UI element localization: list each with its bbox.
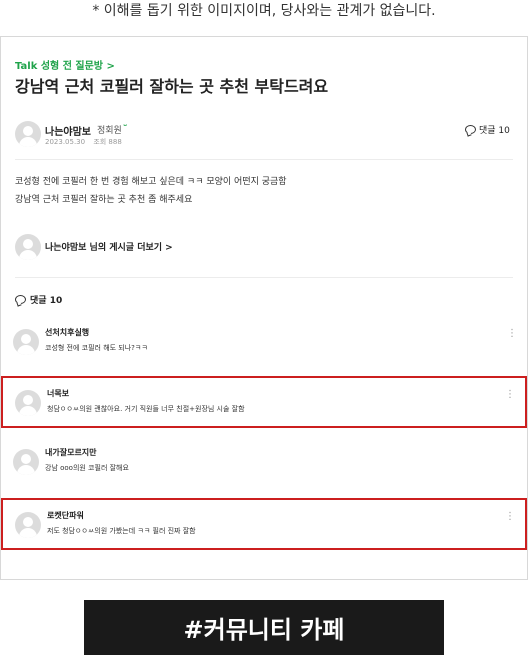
comment-author[interactable]: 너목보 bbox=[47, 388, 69, 399]
more-posts-link[interactable]: 나는야맘보 님의 게시글 더보기 > bbox=[45, 240, 173, 253]
commenter-avatar[interactable] bbox=[15, 512, 41, 538]
comments-header-label: 댓글 10 bbox=[30, 296, 63, 306]
comment-bubble-icon bbox=[465, 125, 476, 134]
comment-author[interactable]: 내가잘모르지만 bbox=[45, 447, 97, 458]
post-body-line: 강남역 근처 코필러 잘하는 곳 추천 좀 해주세요 bbox=[15, 195, 193, 205]
disclaimer-text: * 이해를 돕기 위한 이미지이며, 당사와는 관계가 없습니다. bbox=[92, 3, 436, 19]
comment-item-highlighted: 로켓단파워 저도 청담ㅇㅇㅆ의원 가봤는데 ㅋㅋ 필러 진짜 잘함 ⋮ bbox=[1, 498, 527, 550]
comment-text: 강남 ooo의원 코필러 잘해요 bbox=[45, 464, 129, 472]
comments-header: 댓글 10 bbox=[15, 293, 62, 306]
board-link[interactable]: Talk 성형 전 질문방 > bbox=[15, 57, 115, 72]
comment-item: 내가잘모르지만 강남 ooo의원 코필러 잘해요 bbox=[1, 437, 527, 489]
comment-author[interactable]: 로켓단파워 bbox=[47, 510, 84, 521]
footer-hashtag-banner: #커뮤니티 카페 bbox=[84, 600, 444, 655]
comment-text: 코성형 전에 코필러 해도 되나?ㅋㅋ bbox=[45, 344, 148, 352]
commenter-avatar[interactable] bbox=[15, 390, 41, 416]
member-level: 정회원 bbox=[97, 126, 122, 136]
post-body-line: 코성형 전에 코필러 한 번 경험 해보고 싶은데 ㅋㅋ 모양이 어떤지 궁금함 bbox=[15, 177, 287, 187]
more-vertical-icon[interactable]: ⋮ bbox=[507, 329, 517, 339]
comment-text: 청담ㅇㅇㅆ의원 괜찮아요. 거기 직원들 너무 친절+원장님 시술 잘함 bbox=[47, 405, 245, 413]
more-vertical-icon[interactable]: ⋮ bbox=[505, 390, 515, 400]
post-views: 조회 888 bbox=[93, 138, 122, 146]
author-avatar[interactable] bbox=[15, 121, 41, 147]
comment-count-label: 댓글 10 bbox=[479, 126, 510, 136]
member-badge-icon: ᵕ bbox=[123, 122, 128, 132]
post-meta: 2023.05.30 조회 888 bbox=[45, 137, 128, 147]
author-avatar[interactable] bbox=[15, 234, 41, 260]
commenter-avatar[interactable] bbox=[13, 329, 39, 355]
comment-text: 저도 청담ㅇㅇㅆ의원 가봤는데 ㅋㅋ 필러 진짜 잘함 bbox=[47, 527, 196, 535]
divider bbox=[15, 159, 513, 160]
comment-author[interactable]: 선처치후실행 bbox=[45, 327, 89, 338]
more-vertical-icon[interactable]: ⋮ bbox=[505, 512, 515, 522]
commenter-avatar[interactable] bbox=[13, 449, 39, 475]
comment-bubble-icon bbox=[15, 295, 26, 304]
post-card: Talk 성형 전 질문방 > 강남역 근처 코필러 잘하는 곳 추천 부탁드려… bbox=[0, 36, 528, 580]
comment-count-button[interactable]: 댓글 10 bbox=[465, 123, 510, 136]
author-name[interactable]: 나는야맘보 bbox=[45, 123, 91, 138]
comment-item: 선처치후실행 코성형 전에 코필러 해도 되나?ㅋㅋ ⋮ bbox=[1, 317, 527, 369]
comment-item-highlighted: 너목보 청담ㅇㅇㅆ의원 괜찮아요. 거기 직원들 너무 친절+원장님 시술 잘함… bbox=[1, 376, 527, 428]
post-body: 코성형 전에 코필러 한 번 경험 해보고 싶은데 ㅋㅋ 모양이 어떤지 궁금함… bbox=[15, 173, 287, 209]
post-date: 2023.05.30 bbox=[45, 138, 86, 146]
divider bbox=[15, 277, 513, 278]
post-title: 강남역 근처 코필러 잘하는 곳 추천 부탁드려요 bbox=[15, 77, 329, 96]
